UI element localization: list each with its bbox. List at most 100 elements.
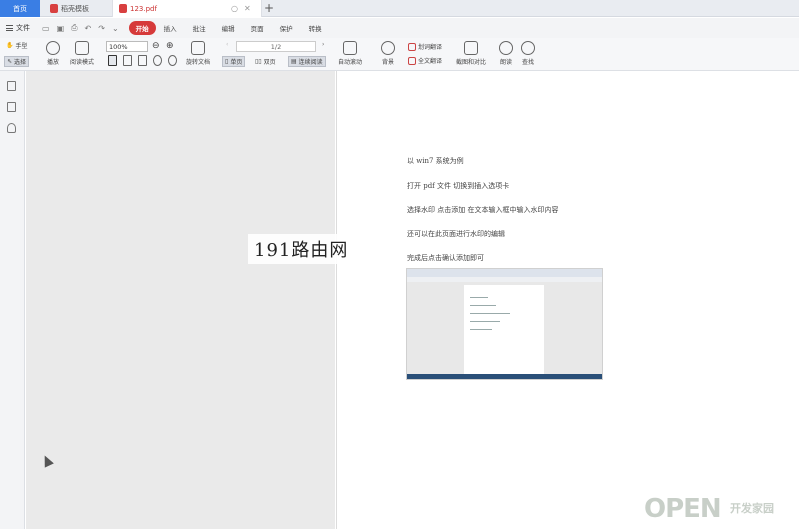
continuous-read-button[interactable]: ▤ 连续阅读 bbox=[288, 56, 326, 67]
thumb-line bbox=[470, 305, 496, 306]
tab-pdf-label: 123.pdf bbox=[130, 4, 157, 13]
thumb-titlebar bbox=[407, 269, 602, 277]
undo-icon[interactable]: ↶ bbox=[85, 24, 92, 33]
ribbon-toolbar: ✋ 手型 ⇖ 选择 播放 阅读模式 100% ⊖ ⊕ 旋转文档 ‹ 1/2 › … bbox=[0, 38, 799, 71]
hand-tool-button[interactable]: ✋ 手型 bbox=[6, 41, 28, 50]
doc-line-3: 选择水印 点击添加 在文本输入框中输入水印内容 bbox=[407, 206, 559, 214]
double-page-label: 双页 bbox=[263, 59, 276, 66]
actual-size-icon[interactable] bbox=[138, 55, 147, 66]
pdf-page: 以 win7 系统为例 打开 pdf 文件 切换到插入选项卡 选择水印 点击添加… bbox=[336, 71, 799, 529]
read-mode-button[interactable]: 阅读模式 bbox=[70, 41, 94, 66]
menu-tab-insert[interactable]: 插入 bbox=[156, 23, 185, 33]
zoom-select[interactable]: 100% bbox=[106, 41, 148, 52]
microphone-icon bbox=[499, 41, 513, 55]
thumb-line bbox=[470, 313, 510, 314]
doc-line-4: 还可以在此页面进行水印的编辑 bbox=[407, 230, 505, 238]
find-button[interactable]: 查找 bbox=[521, 41, 535, 66]
continuous-icon: ▤ bbox=[291, 58, 297, 65]
select-label: 选择 bbox=[14, 59, 27, 66]
menu-tab-edit[interactable]: 编辑 bbox=[214, 23, 243, 33]
doc-line-1: 以 win7 系统为例 bbox=[407, 157, 464, 165]
double-page-button[interactable]: ▯▯ 双页 bbox=[253, 56, 278, 67]
thumb-toolbar bbox=[407, 277, 602, 282]
read-aloud-label: 朗读 bbox=[499, 59, 512, 66]
left-sidebar bbox=[0, 71, 25, 529]
menu-tabs: 开始 插入 批注 编辑 页面 保护 转换 bbox=[128, 21, 330, 35]
fit-page-icon[interactable] bbox=[108, 55, 117, 66]
menu-tab-annotate[interactable]: 批注 bbox=[185, 23, 214, 33]
file-menu-label: 文件 bbox=[16, 24, 30, 32]
thumb-page bbox=[464, 285, 544, 374]
search-icon bbox=[521, 41, 535, 55]
zoom-out-icon[interactable]: ⊖ bbox=[152, 41, 160, 51]
play-label: 播放 bbox=[46, 59, 59, 66]
new-tab-button[interactable]: + bbox=[264, 1, 274, 15]
menu-row: 文件 ▭ ▣ ⎙ ↶ ↷ ⌄ 开始 插入 批注 编辑 页面 保护 转换 bbox=[0, 18, 799, 38]
site-watermark: 191路由网 bbox=[248, 234, 370, 264]
continuous-label: 连续阅读 bbox=[298, 59, 323, 66]
screenshot-label: 截图和对比 bbox=[456, 59, 487, 66]
background-label: 背景 bbox=[381, 59, 394, 66]
brand-subtitle: 开发家园 bbox=[730, 502, 774, 515]
save-icon[interactable]: ▣ bbox=[57, 24, 65, 33]
screenshot-compare-button[interactable]: 截图和对比 bbox=[456, 41, 486, 66]
word-translate-label: 划词翻译 bbox=[418, 44, 443, 51]
rotate-right-icon[interactable] bbox=[168, 55, 177, 66]
rotate-doc-button[interactable]: 旋转文档 bbox=[186, 41, 210, 66]
customize-icon[interactable]: ⌄ bbox=[112, 24, 119, 33]
play-icon bbox=[46, 41, 60, 55]
menu-tab-start[interactable]: 开始 bbox=[128, 21, 156, 35]
print-icon[interactable]: ⎙ bbox=[71, 23, 77, 33]
single-page-label: 单页 bbox=[230, 59, 243, 66]
auto-scroll-label: 自动滚动 bbox=[338, 59, 363, 66]
hand-icon: ✋ bbox=[6, 42, 14, 49]
full-translate-label: 全文翻译 bbox=[418, 58, 443, 65]
full-translate-button[interactable]: 全文翻译 bbox=[408, 56, 442, 65]
full-translate-icon bbox=[408, 56, 416, 65]
auto-scroll-button[interactable]: 自动滚动 bbox=[338, 41, 362, 66]
thumb-line bbox=[470, 297, 488, 298]
next-page-icon[interactable]: › bbox=[322, 41, 324, 48]
thumbnail-icon[interactable] bbox=[7, 102, 16, 112]
menu-tab-page[interactable]: 页面 bbox=[243, 23, 272, 33]
zoom-in-icon[interactable]: ⊕ bbox=[166, 41, 174, 51]
prev-page-icon[interactable]: ‹ bbox=[226, 41, 228, 48]
redo-icon[interactable]: ↷ bbox=[98, 24, 105, 33]
pin-icon[interactable]: ○ bbox=[231, 4, 238, 13]
scissors-icon bbox=[464, 41, 478, 55]
rotate-left-icon[interactable] bbox=[153, 55, 162, 66]
embedded-screenshot-image bbox=[406, 268, 603, 380]
auto-scroll-icon bbox=[343, 41, 357, 55]
open-folder-icon[interactable]: ▭ bbox=[42, 24, 50, 33]
brand-logo: OPEN bbox=[644, 494, 722, 524]
read-aloud-button[interactable]: 朗读 bbox=[499, 41, 513, 66]
select-tool-button[interactable]: ⇖ 选择 bbox=[4, 56, 30, 67]
doc-line-5: 完成后点击确认添加即可 bbox=[407, 254, 484, 262]
rotate-doc-label: 旋转文档 bbox=[186, 59, 211, 66]
docer-icon bbox=[50, 4, 58, 13]
play-button[interactable]: 播放 bbox=[46, 41, 60, 66]
cursor-select-icon: ⇖ bbox=[7, 58, 13, 65]
close-tab-icon[interactable]: ✕ bbox=[244, 4, 251, 13]
page-number-input[interactable]: 1/2 bbox=[236, 41, 316, 52]
tab-home-label: 首页 bbox=[13, 4, 27, 13]
hamburger-icon bbox=[6, 25, 13, 31]
annotation-icon[interactable] bbox=[7, 123, 16, 133]
tab-docer-label: 稻壳模板 bbox=[61, 4, 89, 13]
single-page-button[interactable]: ▯ 单页 bbox=[222, 56, 246, 67]
word-translate-button[interactable]: 划词翻译 bbox=[408, 42, 442, 51]
menu-tab-convert[interactable]: 转换 bbox=[301, 23, 330, 33]
bookmark-icon[interactable] bbox=[7, 81, 16, 91]
thumb-line bbox=[470, 329, 492, 330]
translate-icon bbox=[408, 42, 416, 51]
doc-line-2: 打开 pdf 文件 切换到插入选项卡 bbox=[407, 182, 510, 190]
fit-width-icon[interactable] bbox=[123, 55, 132, 66]
single-page-icon: ▯ bbox=[225, 58, 229, 65]
background-button[interactable]: 背景 bbox=[381, 41, 395, 66]
document-canvas bbox=[26, 71, 335, 529]
tab-pdf-file[interactable]: 123.pdf ○ ✕ bbox=[112, 0, 262, 17]
menu-tab-protect[interactable]: 保护 bbox=[272, 23, 301, 33]
tab-bar: 首页 稻壳模板 123.pdf ○ ✕ + bbox=[0, 0, 799, 17]
file-menu[interactable]: 文件 bbox=[6, 23, 30, 33]
tab-home[interactable]: 首页 bbox=[0, 0, 40, 17]
